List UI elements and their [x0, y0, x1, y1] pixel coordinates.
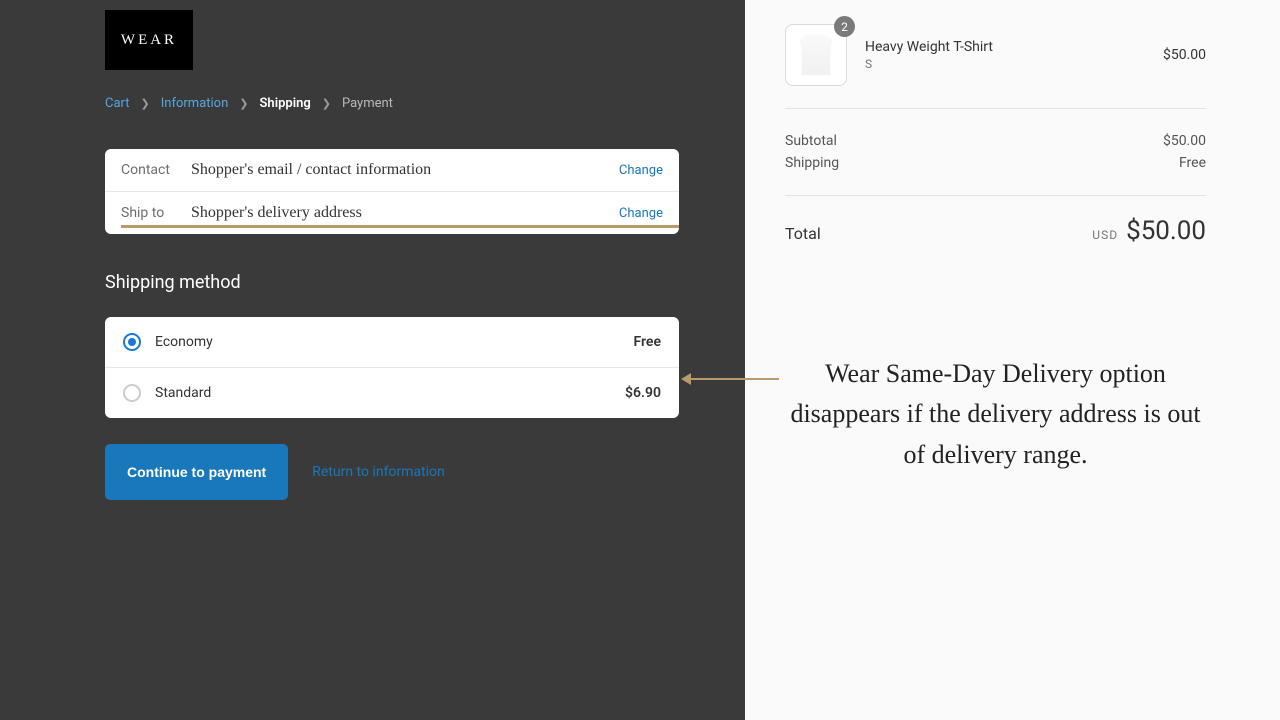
shipping-option-price: $6.90 [625, 385, 661, 401]
annotation-underline [121, 225, 679, 228]
chevron-right-icon: ❯ [322, 97, 331, 110]
total-amount: $50.00 [1126, 216, 1206, 246]
chevron-right-icon: ❯ [239, 97, 248, 110]
radio-unselected-icon [123, 384, 141, 402]
product-info: Heavy Weight T-Shirt S [865, 39, 1163, 71]
change-shipto-link[interactable]: Change [619, 206, 663, 221]
review-contact-row: Contact Shopper's email / contact inform… [105, 149, 679, 192]
shipto-label: Ship to [121, 205, 191, 221]
brand-logo-text: WEAR [121, 32, 177, 49]
actions-row: Continue to payment Return to informatio… [105, 444, 679, 500]
return-to-information-link[interactable]: Return to information [312, 464, 445, 480]
contact-value: Shopper's email / contact information [191, 161, 619, 179]
shipping-method-title: Shipping method [105, 272, 679, 293]
breadcrumb: Cart ❯ Information ❯ Shipping ❯ Payment [105, 96, 679, 111]
review-card: Contact Shopper's email / contact inform… [105, 149, 679, 234]
shipping-option-name: Standard [155, 385, 625, 401]
order-shipping-label: Shipping [785, 155, 839, 171]
product-thumbnail: 2 [785, 24, 847, 86]
shipping-option-standard[interactable]: Standard $6.90 [105, 368, 679, 418]
product-title: Heavy Weight T-Shirt [865, 39, 1163, 55]
shipping-option-economy[interactable]: Economy Free [105, 317, 679, 368]
contact-label: Contact [121, 162, 191, 178]
change-contact-link[interactable]: Change [619, 163, 663, 178]
subtotal-label: Subtotal [785, 133, 837, 149]
breadcrumb-shipping: Shipping [260, 96, 311, 111]
breadcrumb-information[interactable]: Information [161, 96, 229, 111]
product-price: $50.00 [1163, 47, 1206, 63]
radio-selected-icon [123, 333, 141, 351]
annotation-text: Wear Same-Day Delivery option disappears… [785, 354, 1206, 475]
order-shipping-value: Free [1179, 155, 1206, 171]
order-subtotals: Subtotal $50.00 Shipping Free [785, 109, 1206, 196]
subtotal-value: $50.00 [1163, 133, 1206, 149]
breadcrumb-payment: Payment [342, 96, 393, 111]
currency-code: USD [1092, 228, 1118, 242]
annotation-arrow-icon [683, 378, 779, 380]
quantity-badge: 2 [834, 16, 855, 37]
shipping-option-price: Free [634, 334, 662, 350]
total-label: Total [785, 224, 821, 243]
review-shipto-row: Ship to Shopper's delivery address Chang… [105, 192, 679, 234]
brand-logo: WEAR [105, 10, 193, 70]
shipping-option-name: Economy [155, 334, 634, 350]
product-variant: S [865, 57, 1163, 71]
breadcrumb-cart[interactable]: Cart [105, 96, 130, 111]
shipping-method-card: Economy Free Standard $6.90 [105, 317, 679, 418]
order-total-row: Total USD $50.00 [785, 196, 1206, 266]
chevron-right-icon: ❯ [141, 97, 150, 110]
order-item-row: 2 Heavy Weight T-Shirt S $50.00 [785, 16, 1206, 109]
shipto-value: Shopper's delivery address [191, 204, 619, 222]
continue-to-payment-button[interactable]: Continue to payment [105, 444, 288, 500]
